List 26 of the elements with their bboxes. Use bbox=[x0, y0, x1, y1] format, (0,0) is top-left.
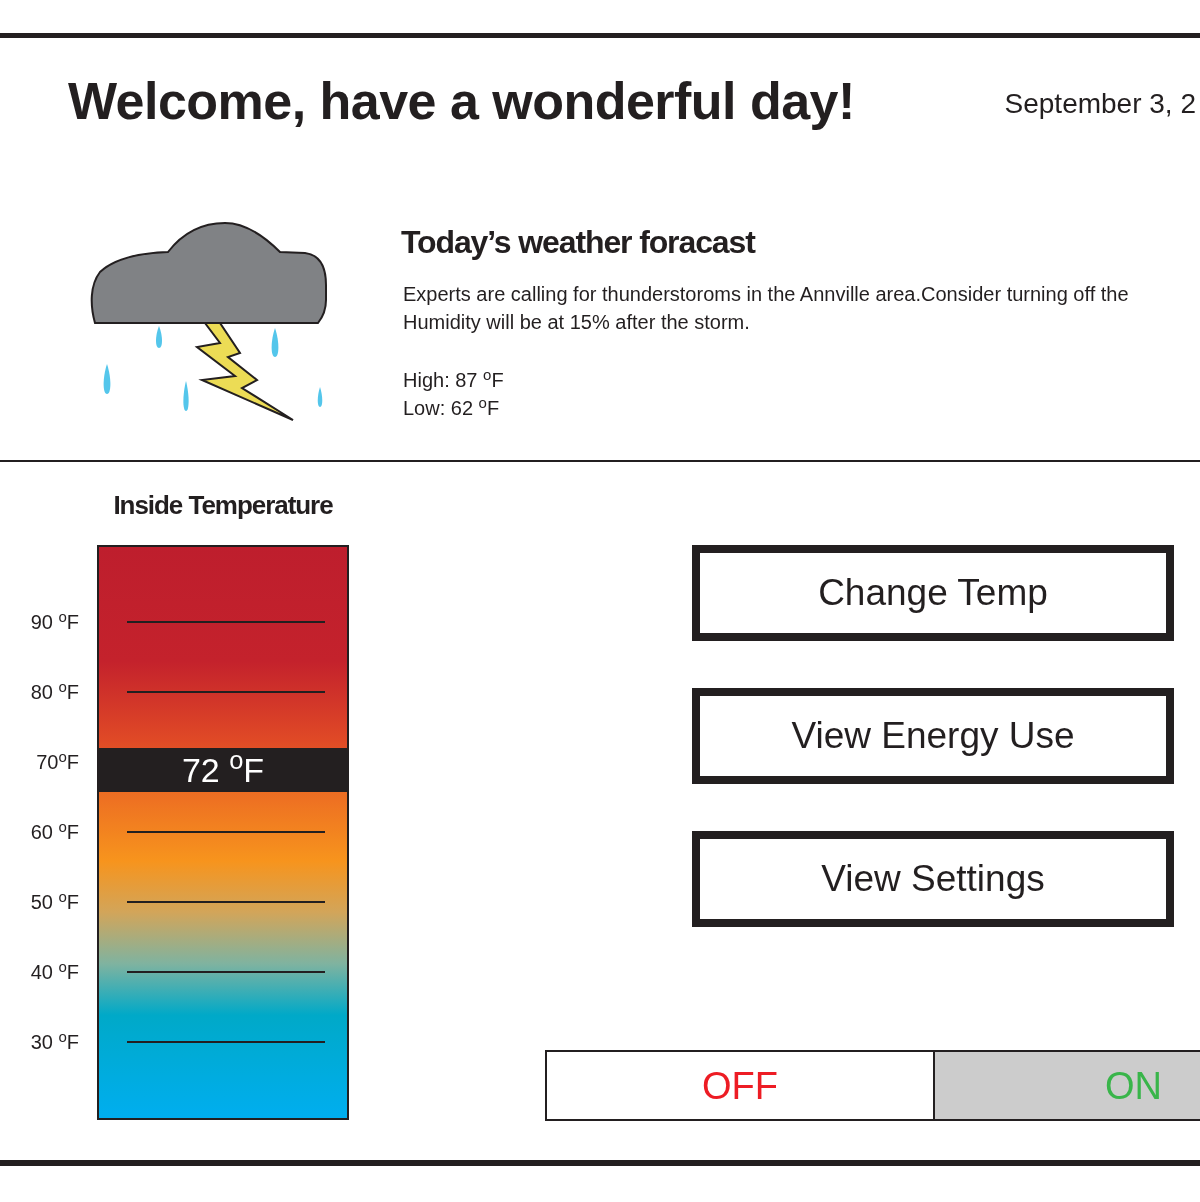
forecast-heading: Today’s weather foracast bbox=[401, 223, 755, 262]
date-text: September 3, 2 bbox=[1004, 88, 1196, 120]
scale-label: 70$^{o}$F bbox=[36, 750, 79, 774]
action-button[interactable]: View Settings bbox=[692, 831, 1174, 927]
action-button[interactable]: Change Temp bbox=[692, 545, 1174, 641]
scale-label: 40 $^{o}$F bbox=[30, 960, 79, 984]
temperature-reading-band: 72 $^{o}$F bbox=[99, 747, 347, 792]
raindrop-icon bbox=[183, 381, 189, 411]
welcome-heading: Welcome, have a wonderful day! bbox=[68, 71, 855, 131]
scale-label: 80 $^{o}$F bbox=[30, 680, 79, 704]
action-button[interactable]: View Energy Use bbox=[692, 688, 1174, 784]
raindrop-icon bbox=[271, 328, 279, 357]
high-temperature-text: High: 87 $^{o}$F bbox=[403, 366, 504, 393]
scale-label: 30 $^{o}$F bbox=[30, 1030, 79, 1054]
scale-label: 90 $^{o}$F bbox=[30, 610, 79, 634]
forecast-text: Humidity will be at 15% after the storm. bbox=[403, 310, 750, 335]
cloud-icon bbox=[90, 222, 327, 324]
scale-label: 50 $^{o}$F bbox=[30, 890, 79, 914]
raindrop-icon bbox=[156, 326, 162, 348]
lightning-bolt-icon bbox=[194, 322, 294, 421]
scale-label: 60 $^{o}$F bbox=[30, 820, 79, 844]
raindrop-icon bbox=[317, 387, 323, 407]
thermometer-title: Inside Temperature bbox=[113, 489, 333, 521]
forecast-text: Experts are calling for thunderstoroms in the Annville area.Consider turning off the bbox=[403, 282, 1129, 307]
low-temperature-text: Low: 62 $^{o}$F bbox=[403, 394, 500, 421]
raindrop-icon bbox=[103, 364, 111, 394]
